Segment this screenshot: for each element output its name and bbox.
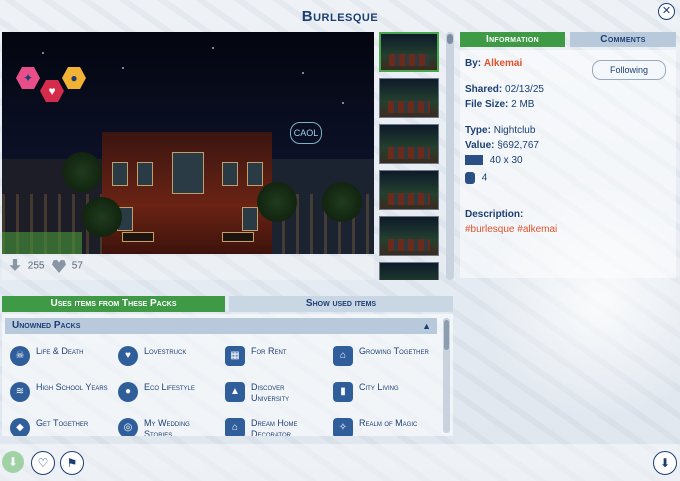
pack-item[interactable]: ☠ Life & Death — [6, 344, 110, 378]
magic-icon: ✧ — [333, 418, 353, 436]
favorite-button[interactable]: ♡ — [31, 451, 55, 475]
pack-label: Lovestruck — [144, 346, 187, 356]
family-icon: ⌂ — [333, 346, 353, 366]
download-button[interactable]: ⬇ — [2, 451, 24, 473]
building-icon: ▦ — [225, 346, 245, 366]
packs-scrollbar[interactable] — [443, 318, 450, 433]
tab-information[interactable]: Information — [460, 32, 565, 47]
graduation-icon: ▲ — [225, 382, 245, 402]
page-title: Burlesque — [301, 8, 379, 25]
tab-show-used-items[interactable]: Show used items — [229, 296, 453, 312]
type-label: Type: — [465, 125, 491, 136]
shared-label: Shared: — [465, 84, 503, 95]
heart-pack-icon: ♥ — [118, 346, 138, 366]
pack-item[interactable]: ✧ Realm of Magic — [329, 416, 433, 436]
thumbnail[interactable] — [379, 262, 439, 280]
download-lot-button[interactable]: ⬇ — [653, 451, 677, 475]
tab-comments[interactable]: Comments — [570, 32, 676, 47]
following-button[interactable]: Following — [592, 60, 666, 80]
favorite-count: 57 — [71, 260, 83, 272]
skull-icon: ☠ — [10, 346, 30, 366]
thumbnail-scrollbar[interactable] — [446, 32, 454, 280]
pack-label: Dream Home Decorator — [251, 418, 298, 436]
by-label: By: — [465, 58, 482, 69]
download-icon — [9, 259, 21, 271]
thumbnail[interactable] — [379, 78, 439, 118]
thumbnail[interactable] — [379, 170, 439, 210]
chevron-up-icon[interactable]: ▲ — [422, 318, 431, 334]
tab-uses-items-from-packs[interactable]: Uses items from These Packs — [2, 296, 225, 312]
trait-icon-2: ● — [62, 67, 86, 89]
rings-icon: ◎ — [118, 418, 138, 436]
download-count: 255 — [27, 260, 45, 272]
value-label: Value: — [465, 140, 495, 151]
info-panel: By: Alkemai Following Shared: 02/13/25 F… — [460, 50, 676, 278]
type-value: Nightclub — [493, 125, 536, 136]
thumbnail[interactable] — [379, 32, 439, 72]
pack-label: For Rent — [251, 346, 287, 356]
close-icon[interactable]: ✕ — [658, 3, 675, 20]
bottom-bar: ⬇ ♡ ⚑ ⬇ — [0, 444, 680, 481]
group-icon: ◆ — [10, 418, 30, 436]
lot-preview-image[interactable]: CAOL ✦ ♥ ● — [2, 32, 374, 254]
pack-label: High School Years — [36, 382, 108, 392]
thumbnail-strip — [379, 32, 441, 280]
pack-item[interactable]: ◆ Get Together — [6, 416, 110, 436]
heart-icon: ♥ — [40, 80, 64, 102]
file-size-label: File Size: — [465, 99, 509, 110]
unowned-packs-label: Unowned Packs — [12, 320, 81, 331]
house-icon: ⌂ — [225, 418, 245, 436]
description-tags[interactable]: #burlesque #alkemai — [465, 224, 557, 235]
club-sign: CAOL — [290, 122, 322, 144]
favorite-icon — [52, 259, 66, 273]
unowned-packs-header[interactable]: Unowned Packs ▲ — [5, 318, 437, 334]
bathroom-count: 4 — [481, 172, 488, 184]
lot-size-icon — [465, 155, 483, 166]
pack-label: Growing Together — [359, 346, 429, 356]
description-label: Description: — [465, 209, 524, 220]
book-icon: ≋ — [10, 382, 30, 402]
report-flag-button[interactable]: ⚑ — [60, 451, 84, 475]
pack-item[interactable]: ⌂ Dream Home Decorator — [221, 416, 325, 436]
lot-size-value: 40 x 30 — [489, 155, 523, 166]
pack-label: Life & Death — [36, 346, 84, 356]
trait-icon-1: ✦ — [16, 67, 40, 89]
nightclub-building — [102, 132, 272, 254]
pack-item[interactable]: ▲ Discover University — [221, 380, 325, 414]
pack-label: My Wedding Stories — [144, 418, 190, 436]
pack-label: Get Together — [36, 418, 89, 428]
packs-panel: Unowned Packs ▲ ☠ Life & Death ♥ Lovestr… — [2, 314, 453, 436]
pack-item[interactable]: ▮ City Living — [329, 380, 433, 414]
value-amount: §692,767 — [497, 140, 539, 151]
file-size-value: 2 MB — [511, 99, 535, 110]
pack-item[interactable]: ▦ For Rent — [221, 344, 325, 378]
thumbnail[interactable] — [379, 216, 439, 256]
pack-item[interactable]: ♥ Lovestruck — [114, 344, 218, 378]
author-link[interactable]: Alkemai — [484, 58, 522, 69]
bathroom-icon — [465, 172, 475, 184]
pack-item[interactable]: ≋ High School Years — [6, 380, 110, 414]
pack-label: Discover University — [251, 382, 290, 403]
pack-label: Realm of Magic — [359, 418, 418, 428]
pack-item[interactable]: ● Eco Lifestyle — [114, 380, 218, 414]
pack-item[interactable]: ⌂ Growing Together — [329, 344, 433, 378]
pack-label: City Living — [359, 382, 399, 392]
shared-value: 02/13/25 — [505, 84, 544, 95]
thumbnail[interactable] — [379, 124, 439, 164]
preview-stats: 255 57 — [2, 256, 374, 280]
pack-label: Eco Lifestyle — [144, 382, 195, 392]
pack-item[interactable]: ◎ My Wedding Stories — [114, 416, 218, 436]
leaf-icon: ● — [118, 382, 138, 402]
city-icon: ▮ — [333, 382, 353, 402]
